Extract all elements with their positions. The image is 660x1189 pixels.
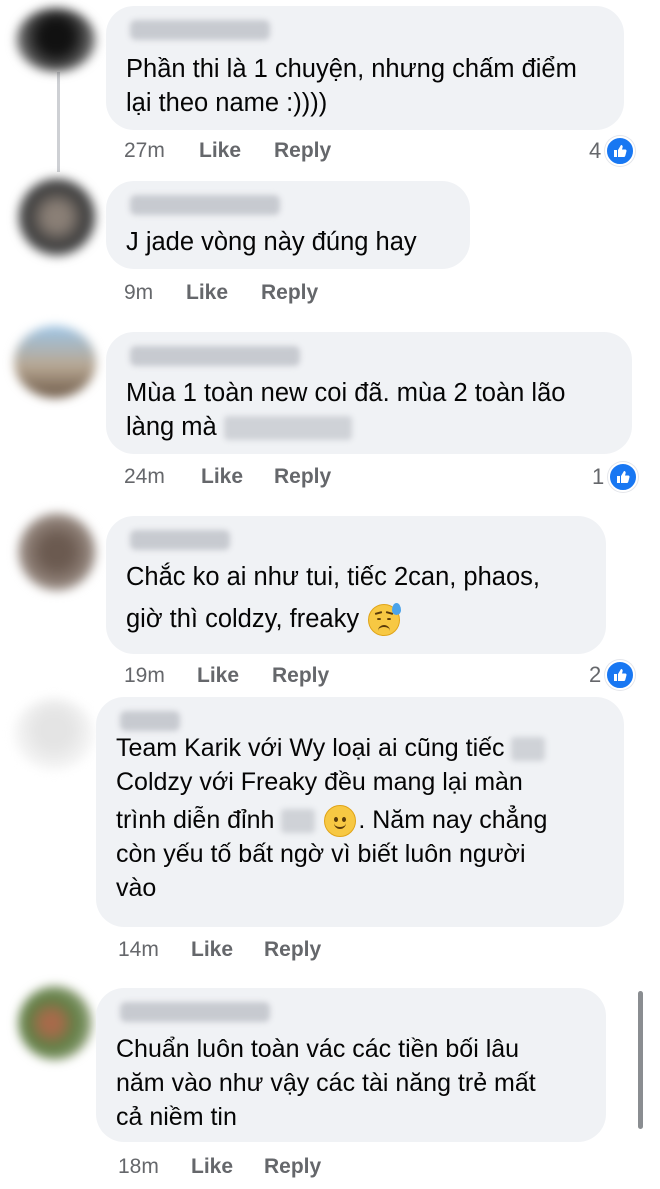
author-name[interactable] <box>120 1002 270 1022</box>
comment-time[interactable]: 27m <box>124 136 165 166</box>
author-name[interactable] <box>130 195 280 215</box>
avatar[interactable] <box>18 513 96 591</box>
reply-button[interactable]: Reply <box>274 462 331 492</box>
comment-time[interactable]: 9m <box>124 278 153 308</box>
like-button[interactable]: Like <box>199 136 241 166</box>
sad-sweat-emoji <box>368 603 402 637</box>
comment-time[interactable]: 18m <box>118 1152 159 1182</box>
comment-text: Chắc ko ai như tui, tiếc 2can, phaos, gi… <box>126 560 590 637</box>
like-button[interactable]: Like <box>197 661 239 691</box>
comment-bubble: Chuẩn luôn toàn vác các tiền bối lâu năm… <box>96 988 606 1142</box>
thread-line <box>57 72 60 172</box>
comment-time[interactable]: 24m <box>124 462 165 492</box>
thumbs-up-icon <box>605 660 636 690</box>
reply-button[interactable]: Reply <box>274 136 331 166</box>
scrollbar[interactable] <box>638 991 643 1129</box>
reply-button[interactable]: Reply <box>264 1152 321 1182</box>
thumbs-up-icon <box>608 462 639 492</box>
comment-time[interactable]: 14m <box>118 935 159 965</box>
comment-bubble: Phần thi là 1 chuyện, nhưng chấm điểm lạ… <box>106 6 624 130</box>
comment-text: Chuẩn luôn toàn vác các tiền bối lâu năm… <box>116 1035 536 1131</box>
avatar[interactable] <box>14 698 94 770</box>
reaction-count: 1 <box>592 464 605 489</box>
reaction-count: 4 <box>589 138 602 163</box>
author-name[interactable] <box>130 346 300 366</box>
blurred-word <box>281 809 316 834</box>
avatar[interactable] <box>14 326 96 398</box>
blurred-word <box>223 416 352 441</box>
comment-bubble: Mùa 1 toàn new coi đã. mùa 2 toàn lão là… <box>106 332 632 454</box>
avatar[interactable] <box>18 986 92 1060</box>
thumbs-up-icon <box>605 136 636 166</box>
reaction-summary[interactable]: 4 <box>589 136 636 166</box>
reply-button[interactable]: Reply <box>272 661 329 691</box>
reaction-summary[interactable]: 1 <box>592 462 639 492</box>
reaction-count: 2 <box>589 662 602 687</box>
author-name[interactable] <box>130 20 270 40</box>
like-button[interactable]: Like <box>186 278 228 308</box>
like-button[interactable]: Like <box>191 935 233 965</box>
author-name[interactable] <box>120 711 180 731</box>
comment-bubble: Team Karik với Wy loại ai cũng tiếc Cold… <box>96 697 624 927</box>
reply-button[interactable]: Reply <box>261 278 318 308</box>
comment-text: Team Karik với Wy loại ai cũng tiếc Cold… <box>116 734 548 903</box>
reaction-summary[interactable]: 2 <box>589 660 636 690</box>
slight-smile-emoji <box>324 805 357 838</box>
comment-text: J jade vòng này đúng hay <box>126 228 417 256</box>
comment-time[interactable]: 19m <box>124 661 165 691</box>
comment-text: Mùa 1 toàn new coi đã. mùa 2 toàn lão là… <box>126 379 566 441</box>
reply-button[interactable]: Reply <box>264 935 321 965</box>
author-name[interactable] <box>130 530 230 550</box>
avatar[interactable] <box>16 8 96 72</box>
blurred-word <box>511 737 546 762</box>
comment-text: Phần thi là 1 chuyện, nhưng chấm điểm lạ… <box>126 55 577 117</box>
like-button[interactable]: Like <box>201 462 243 492</box>
avatar[interactable] <box>18 178 96 256</box>
like-button[interactable]: Like <box>191 1152 233 1182</box>
comment-bubble: Chắc ko ai như tui, tiếc 2can, phaos, gi… <box>106 516 606 654</box>
comment-bubble: J jade vòng này đúng hay <box>106 181 470 269</box>
